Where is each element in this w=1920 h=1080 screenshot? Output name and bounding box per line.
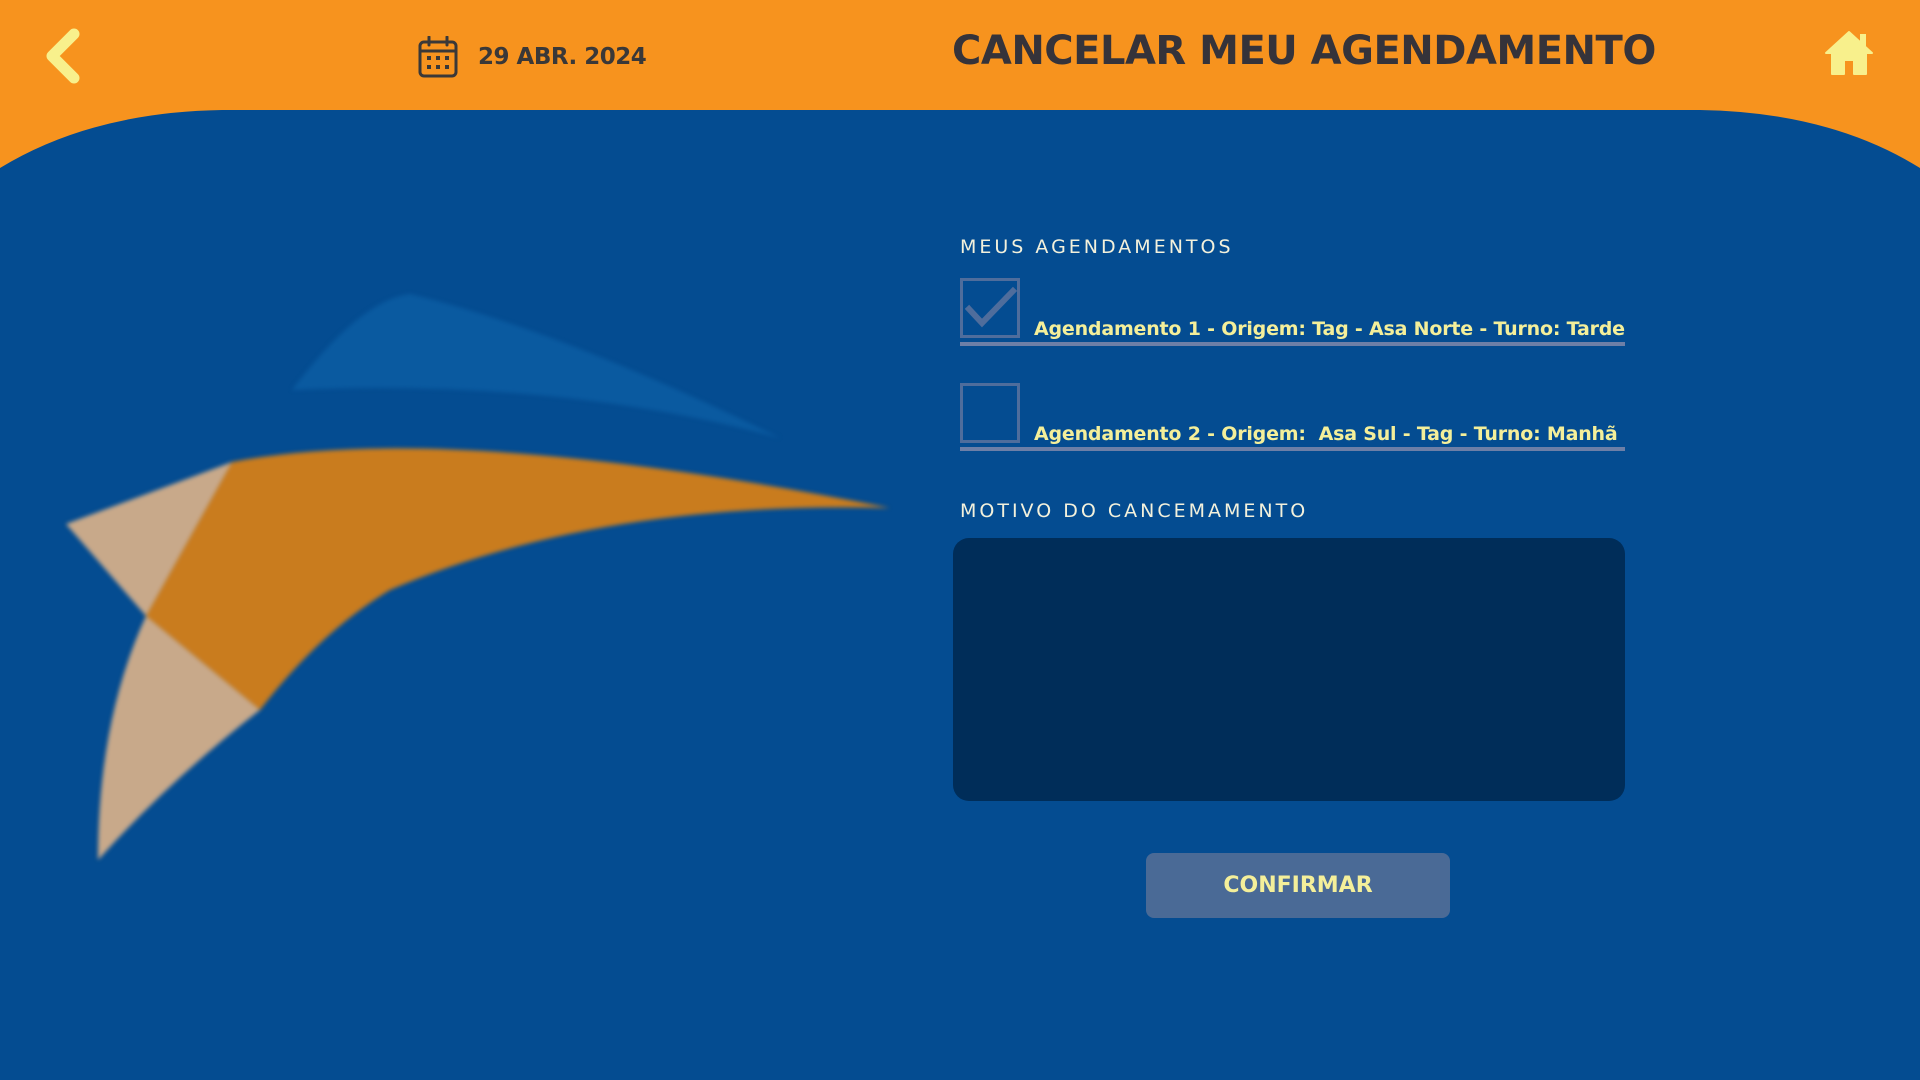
brand-logo — [66, 294, 890, 860]
header-background — [0, 0, 1920, 168]
chevron-left-icon — [46, 28, 80, 84]
home-icon — [1825, 31, 1873, 75]
back-button[interactable] — [40, 26, 88, 86]
date-label: 29 ABR. 2024 — [478, 44, 647, 70]
checkmark-icon — [965, 287, 1017, 328]
reason-textarea[interactable] — [953, 538, 1625, 801]
reason-label: MOTIVO DO CANCEMAMENTO — [960, 500, 1309, 522]
appointment-1-label: Agendamento 1 - Origem: Tag - Asa Norte … — [1034, 318, 1625, 340]
calendar-icon — [418, 36, 458, 78]
appointment-1-checkbox[interactable] — [960, 278, 1020, 338]
appointment-item-1[interactable]: Agendamento 1 - Origem: Tag - Asa Norte … — [960, 278, 1625, 346]
page-title: CANCELAR MEU AGENDAMENTO — [952, 28, 1656, 74]
home-button[interactable] — [1822, 26, 1876, 80]
appointment-item-2[interactable]: Agendamento 2 - Origem: Asa Sul - Tag - … — [960, 383, 1625, 451]
confirm-button[interactable]: CONFIRMAR — [1146, 853, 1450, 918]
appointments-label: MEUS AGENDAMENTOS — [960, 236, 1234, 258]
header-date: 29 ABR. 2024 — [418, 36, 647, 78]
appointment-2-checkbox[interactable] — [960, 383, 1020, 443]
appointment-2-label: Agendamento 2 - Origem: Asa Sul - Tag - … — [1034, 423, 1618, 445]
